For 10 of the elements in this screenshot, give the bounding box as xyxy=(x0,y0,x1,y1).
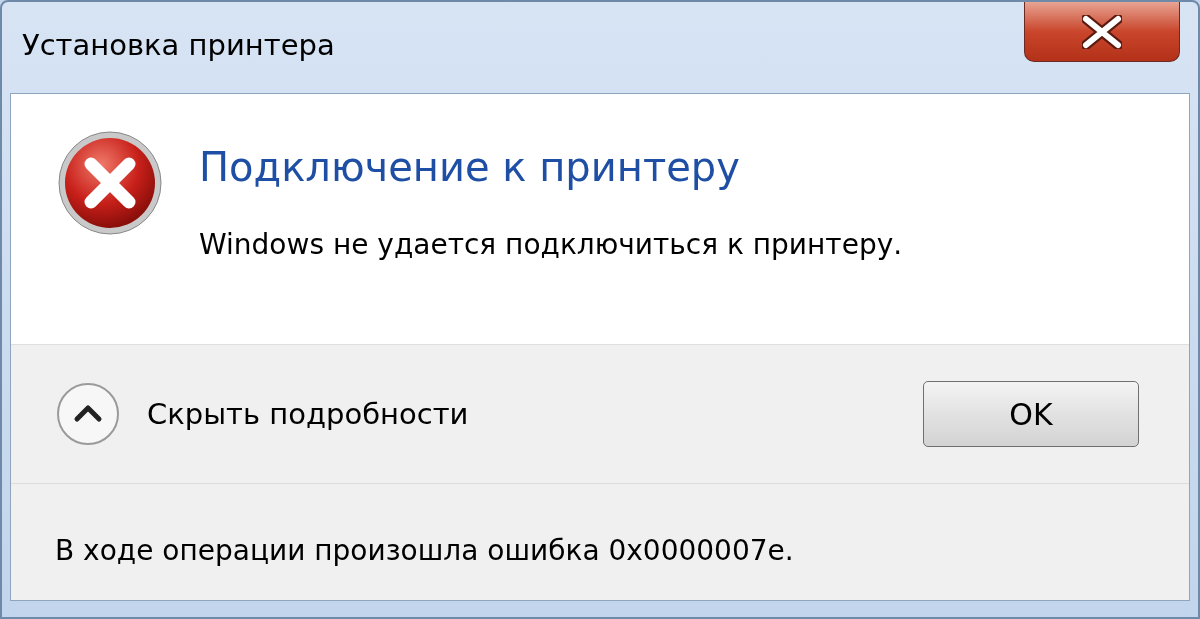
error-details: В ходе операции произошла ошибка 0x0000007e. xyxy=(55,534,795,567)
details-toggle[interactable]: Скрыть подробности xyxy=(55,381,469,447)
window-title: Установка принтера xyxy=(22,28,335,62)
chevron-icon xyxy=(55,381,121,447)
close-button[interactable] xyxy=(1024,2,1180,62)
close-icon xyxy=(1082,14,1122,49)
error-message: Windows не удается подключиться к принтеру. xyxy=(199,228,903,261)
dialog-heading: Подключение к принтеру xyxy=(199,144,741,190)
ok-button[interactable]: OK xyxy=(923,381,1139,447)
error-icon xyxy=(57,130,163,236)
